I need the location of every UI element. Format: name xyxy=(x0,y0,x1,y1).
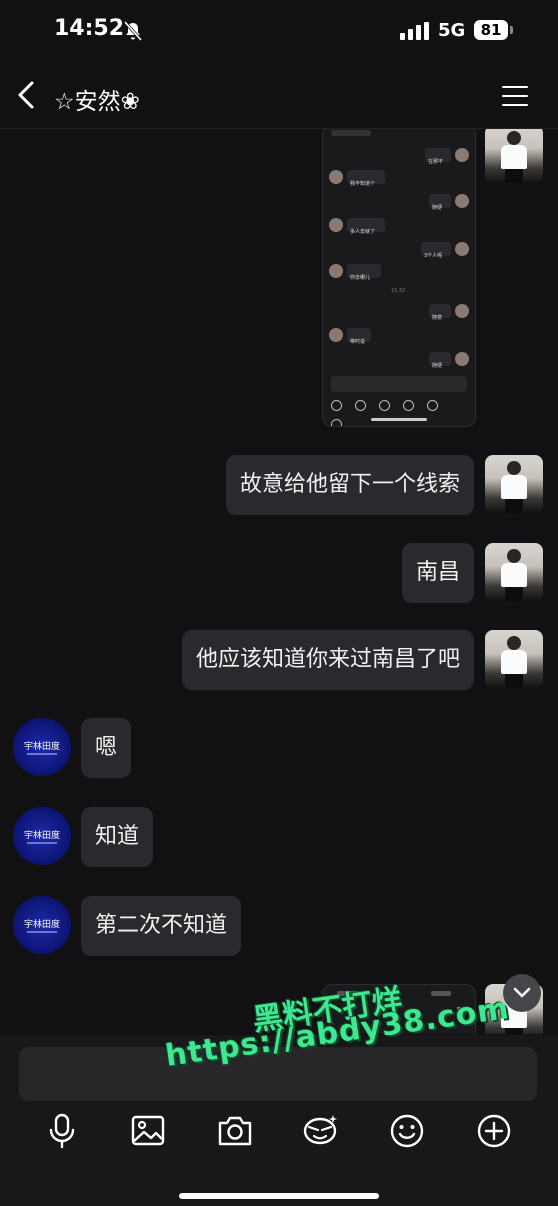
input-bar xyxy=(0,1035,558,1206)
contact-avatar[interactable]: 宇林田度 xyxy=(13,807,71,865)
message-bubble-received[interactable]: 嗯 xyxy=(81,718,132,778)
my-avatar[interactable] xyxy=(485,129,543,183)
battery-tip xyxy=(510,26,513,34)
my-avatar[interactable] xyxy=(485,455,543,513)
message-bubble-sent[interactable]: 他应该知道你来过南昌了吧 xyxy=(181,630,474,690)
plus-icon[interactable] xyxy=(474,1111,514,1151)
image-icon[interactable] xyxy=(128,1111,168,1151)
shot-message-text: 我不知道个 xyxy=(350,181,376,187)
shot-message-text: 在那不 xyxy=(428,159,444,165)
shot-message-text: 随便 xyxy=(432,205,443,211)
shot-message: 你去哪儿 xyxy=(323,264,475,281)
shot-message: 随便 xyxy=(323,352,475,369)
emoji-icon[interactable] xyxy=(387,1111,427,1151)
chat-header: ☆安然❀ xyxy=(0,62,558,129)
shot-message-text: 随便 xyxy=(432,363,443,369)
shot-message: 多人去就了 xyxy=(323,218,475,235)
shot-message: 随意 xyxy=(323,304,475,321)
sticker-icon[interactable] xyxy=(300,1111,340,1151)
chat-area[interactable]: 在那不 我不知道个 随便 多人去就了 3个人呢 你去哪儿 15:32 随意 带时… xyxy=(0,129,558,1034)
bell-muted-icon xyxy=(123,21,143,41)
back-icon[interactable] xyxy=(14,80,40,110)
scroll-to-bottom-button[interactable] xyxy=(503,974,541,1012)
shot-header-bar xyxy=(331,130,371,136)
shared-screenshot-image[interactable]: 在那不 我不知道个 随便 多人去就了 3个人呢 你去哪儿 15:32 随意 带时… xyxy=(322,129,476,427)
shared-screenshot-image[interactable] xyxy=(322,984,476,1034)
contact-avatar-label: 宇林田度 xyxy=(23,831,60,841)
message-bubble-sent[interactable]: 南昌 xyxy=(401,543,474,603)
contact-avatar-label: 宇林田度 xyxy=(23,920,60,930)
camera-icon[interactable] xyxy=(215,1111,255,1151)
network-type: 5G xyxy=(438,20,466,41)
microphone-icon[interactable] xyxy=(42,1111,82,1151)
shot-message: 带时说 xyxy=(323,328,475,345)
shot-input-box xyxy=(331,376,467,392)
shot-toolbar xyxy=(331,396,467,426)
shot-message-text: 多人去就了 xyxy=(350,229,376,235)
message-bubble-received[interactable]: 第二次不知道 xyxy=(81,896,242,956)
shot-message: 在那不 xyxy=(323,148,475,165)
battery-icon: 81 xyxy=(474,20,508,40)
menu-icon[interactable] xyxy=(502,86,528,108)
message-input[interactable] xyxy=(19,1047,537,1101)
shot-message: 3个人呢 xyxy=(323,242,475,259)
contact-avatar-label: 宇林田度 xyxy=(23,742,60,752)
shot-home-indicator xyxy=(371,418,427,421)
message-bubble-received[interactable]: 知道 xyxy=(81,807,154,867)
shot-message-text: 你去哪儿 xyxy=(350,275,371,281)
shot-message-text: 带时说 xyxy=(350,339,366,345)
contact-avatar[interactable]: 宇林田度 xyxy=(13,896,71,954)
status-time: 14:52 xyxy=(54,16,125,41)
cellular-signal-icon xyxy=(400,22,429,40)
shot-message: 我不知道个 xyxy=(323,170,475,187)
my-avatar[interactable] xyxy=(485,543,543,601)
contact-avatar[interactable]: 宇林田度 xyxy=(13,718,71,776)
status-bar: 14:52 5G 81 xyxy=(0,0,558,62)
shot-message-text: 随意 xyxy=(432,315,443,321)
chevron-down-icon xyxy=(513,987,531,998)
my-avatar[interactable] xyxy=(485,630,543,688)
message-bubble-sent[interactable]: 故意给他留下一个线索 xyxy=(225,455,474,515)
shot-message: 随便 xyxy=(323,194,475,211)
shot-time-marker: 15:32 xyxy=(391,288,406,294)
home-indicator xyxy=(179,1193,379,1199)
chat-title: ☆安然❀ xyxy=(54,89,140,115)
shot-message-text: 3个人呢 xyxy=(424,253,443,259)
